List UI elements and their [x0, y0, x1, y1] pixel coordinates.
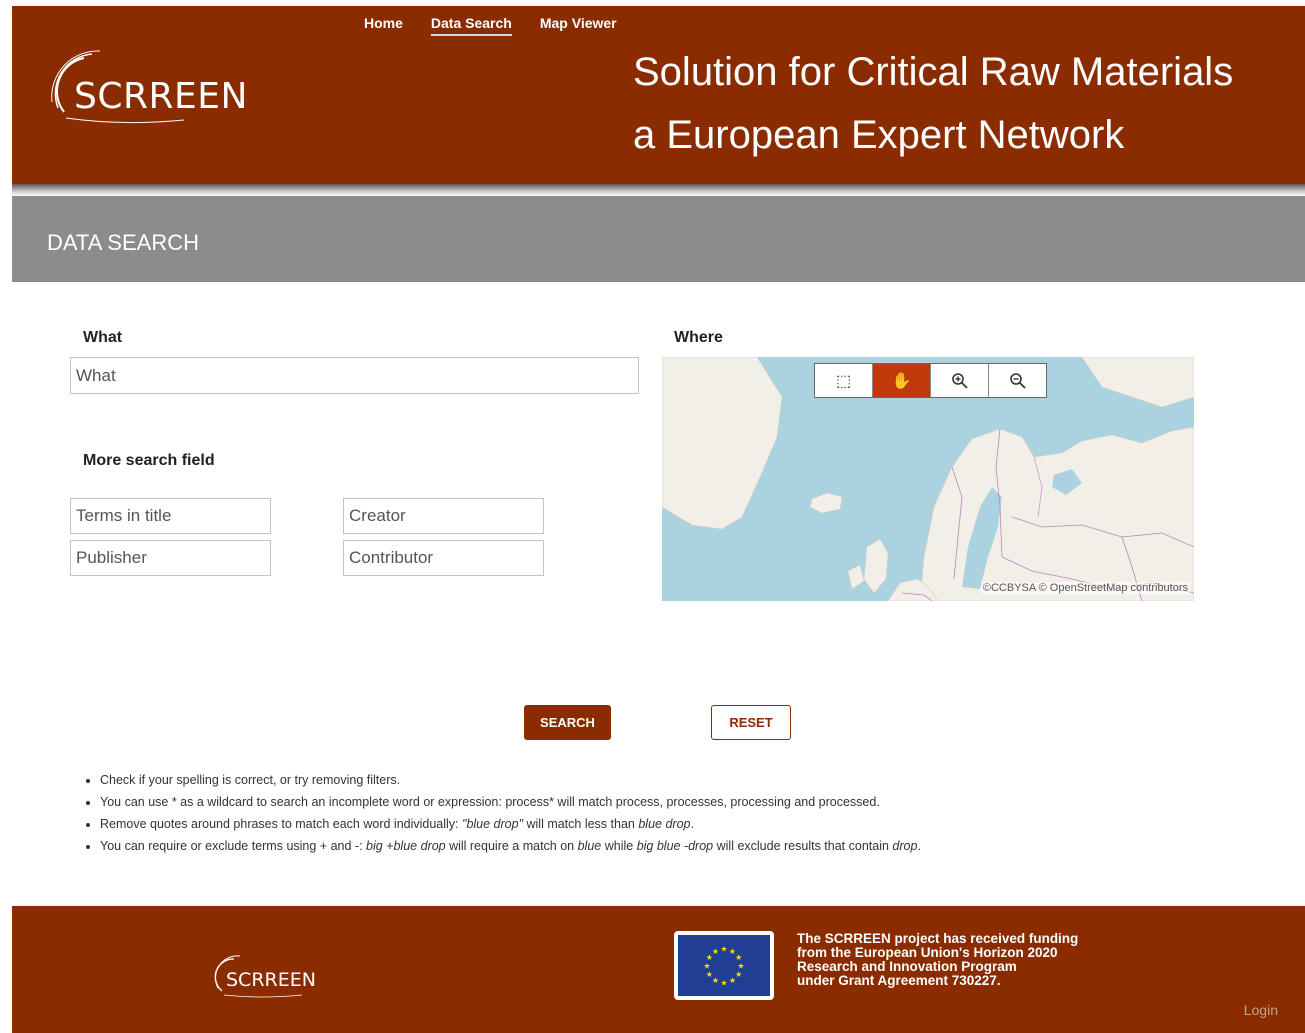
what-label: What [83, 329, 123, 346]
tip-example: big blue -drop [636, 839, 714, 853]
eu-star: ★ [735, 953, 742, 962]
funding-notice: The SCRREEN project has received funding… [797, 932, 1078, 988]
tip-text: will match less than [523, 817, 639, 831]
search-button[interactable]: SEARCH [524, 705, 611, 740]
eu-flag-icon: ★ ★ ★ ★ ★ ★ ★ ★ ★ ★ ★ ★ [674, 931, 774, 1000]
zoom-in-button[interactable] [931, 364, 989, 397]
pan-button[interactable]: ✋ [873, 364, 931, 397]
header-divider [12, 184, 1305, 196]
eu-star: ★ [712, 947, 719, 956]
funding-line: under Grant Agreement 730227. [797, 973, 1001, 988]
tip-example: blue [577, 839, 602, 853]
map-attribution[interactable]: ©CCBYSA © OpenStreetMap contributors [980, 582, 1190, 594]
pan-hand-icon: ✋ [891, 372, 912, 390]
eu-star: ★ [703, 962, 710, 971]
tip-text: You can use * as a wildcard to search an… [100, 795, 880, 809]
tip-example: big +blue drop [366, 839, 446, 853]
zoom-in-icon [951, 372, 968, 389]
publisher-input[interactable] [70, 540, 271, 576]
footer-logo[interactable]: SCRREEN [212, 953, 342, 998]
footer-logo-text: SCRREEN [226, 969, 316, 991]
tip-example: blue drop [638, 817, 691, 831]
tip-text: will require a match on [445, 839, 578, 853]
tip-example: "blue drop" [462, 817, 524, 831]
tip-item: Remove quotes around phrases to match ea… [100, 816, 921, 832]
logo-text: SCRREEN [74, 76, 248, 117]
eu-star: ★ [712, 976, 719, 985]
tip-text: . [690, 817, 694, 831]
tip-item: You can require or exclude terms using +… [100, 838, 921, 854]
where-map[interactable]: ⬚ ✋ ©CCBYSA © OpenStreetMap contributors [662, 357, 1194, 601]
nav-map-viewer[interactable]: Map Viewer [540, 15, 617, 36]
zoom-out-icon [1009, 372, 1026, 389]
map-toolbar: ⬚ ✋ [814, 363, 1047, 398]
eu-star: ★ [720, 945, 727, 954]
eu-star: ★ [720, 979, 727, 988]
tip-item: You can use * as a wildcard to search an… [100, 794, 921, 810]
eu-star: ★ [706, 970, 713, 979]
tagline-line-2: a European Expert Network [633, 113, 1125, 157]
more-search-field-label: More search field [83, 452, 215, 469]
tip-example: drop [892, 839, 918, 853]
page-frame: SCRREEN Home Data Search Map Viewer Solu… [12, 6, 1305, 1033]
main-nav: Home Data Search Map Viewer [364, 15, 617, 36]
terms-in-title-input[interactable] [70, 498, 271, 534]
tip-text: . [917, 839, 921, 853]
tip-text: Remove quotes around phrases to match ea… [100, 817, 463, 831]
what-input[interactable] [70, 357, 639, 394]
contributor-input[interactable] [343, 540, 544, 576]
tip-text: will exclude results that contain [713, 839, 893, 853]
tagline-line-1: Solution for Critical Raw Materials [633, 50, 1234, 94]
tip-text: You can require or exclude terms using +… [100, 839, 367, 853]
creator-input[interactable] [343, 498, 544, 534]
tip-item: Check if your spelling is correct, or tr… [100, 772, 921, 788]
funding-line: Research and Innovation Program [797, 959, 1017, 974]
scrreen-logo[interactable]: SCRREEN [44, 46, 274, 126]
tip-text: Check if your spelling is correct, or tr… [100, 773, 401, 787]
section-bar: DATA SEARCH [12, 196, 1305, 282]
tagline: Solution for Critical Raw Materials a Eu… [633, 41, 1233, 167]
box-select-button[interactable]: ⬚ [815, 364, 873, 397]
site-footer: SCRREEN ★ ★ ★ ★ ★ ★ ★ ★ ★ ★ ★ ★ The SCRREEN project… [12, 906, 1305, 1033]
eu-star: ★ [729, 976, 736, 985]
login-link[interactable]: Login [1244, 1002, 1278, 1018]
site-header: SCRREEN Home Data Search Map Viewer Solu… [12, 6, 1305, 184]
search-tips: Check if your spelling is correct, or tr… [80, 772, 921, 860]
where-label: Where [674, 329, 723, 346]
tip-text: while [601, 839, 637, 853]
zoom-out-button[interactable] [989, 364, 1046, 397]
box-select-icon: ⬚ [835, 372, 852, 390]
funding-line: The SCRREEN project has received funding [797, 931, 1079, 946]
eu-star: ★ [735, 970, 742, 979]
eu-stars-icon: ★★★★★★★★★ ★ ★★ [703, 945, 744, 988]
page-title: DATA SEARCH [47, 230, 199, 255]
reset-button[interactable]: RESET [711, 705, 791, 740]
nav-home[interactable]: Home [364, 15, 403, 36]
funding-line: from the European Union's Horizon 2020 [797, 945, 1058, 960]
nav-data-search[interactable]: Data Search [430, 15, 512, 36]
